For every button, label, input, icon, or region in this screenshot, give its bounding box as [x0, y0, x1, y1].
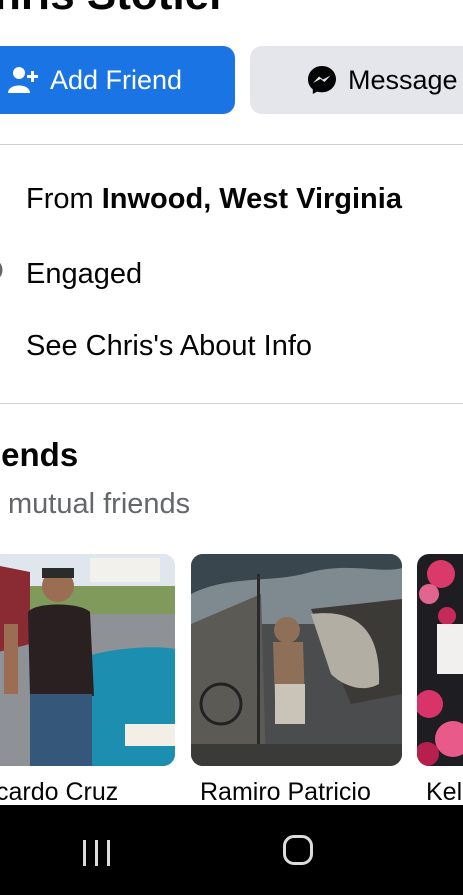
message-label: Message: [348, 64, 458, 95]
see-about-info-link[interactable]: See Chris's About Info: [26, 330, 312, 363]
friend-name[interactable]: cardo Cruz: [0, 778, 118, 807]
mutual-friends-count: mutual friends: [8, 488, 191, 520]
friends-title: iends: [0, 436, 79, 473]
friend-name[interactable]: Ramiro Patricio: [200, 778, 371, 807]
friend-card-photo[interactable]: [0, 554, 175, 766]
section-divider: [0, 144, 463, 145]
hometown-row: From Inwood, West Virginia: [26, 183, 402, 216]
messenger-icon: [306, 64, 338, 96]
message-button[interactable]: Message: [250, 46, 463, 114]
home-icon[interactable]: [283, 835, 313, 865]
section-divider: [0, 403, 463, 404]
profile-name: hris Stotler: [0, 0, 226, 20]
friend-card-photo[interactable]: [417, 554, 463, 766]
add-friend-label: Add Friend: [50, 64, 183, 95]
friend-name[interactable]: Kel: [426, 778, 462, 807]
add-friend-button[interactable]: Add Friend: [0, 46, 235, 114]
person-add-icon: [8, 66, 38, 94]
recent-apps-icon[interactable]: [83, 840, 111, 866]
system-navigation-bar: [0, 805, 463, 895]
heart-icon: [0, 259, 4, 281]
friend-card-photo[interactable]: [191, 554, 402, 766]
hometown-prefix: From: [26, 183, 102, 215]
hometown-place[interactable]: Inwood, West Virginia: [102, 183, 402, 215]
relationship-status: Engaged: [26, 258, 143, 290]
